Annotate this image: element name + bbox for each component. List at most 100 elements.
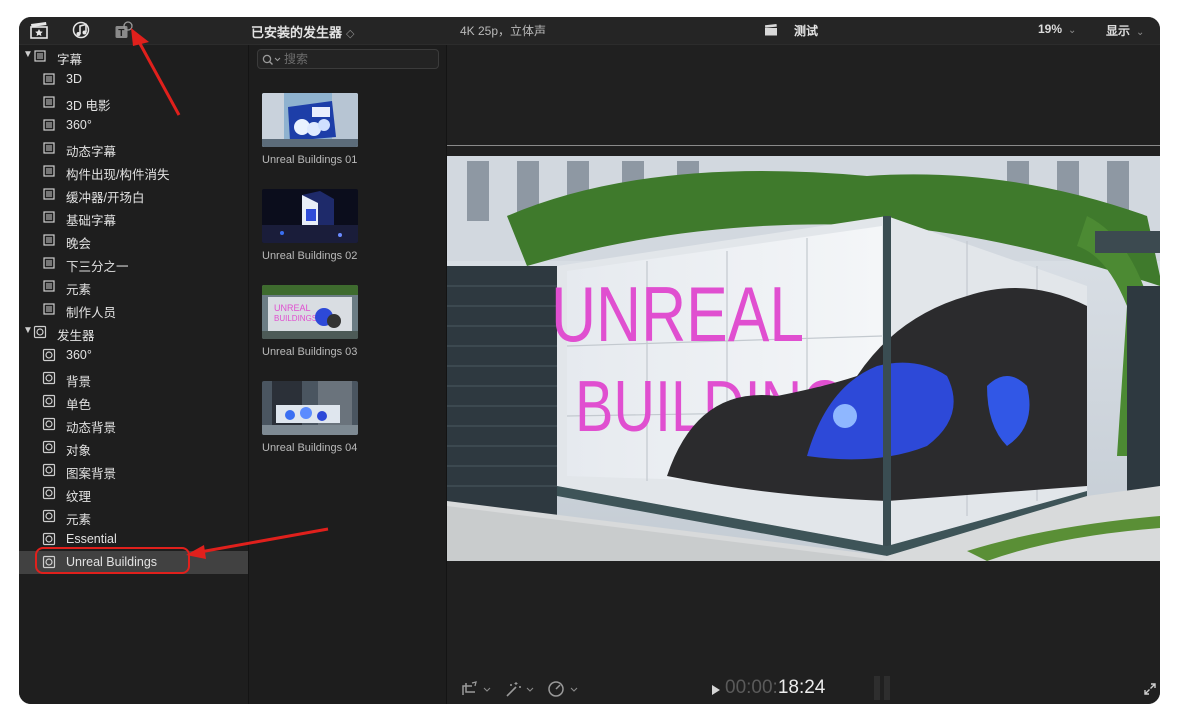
speed-retime-icon[interactable]	[547, 680, 581, 703]
generator-icon	[42, 417, 56, 431]
search-field[interactable]	[257, 49, 439, 69]
title-grid-icon	[42, 279, 56, 293]
sidebar-group-label: 发生器	[57, 329, 95, 343]
sidebar-item-label: 元素	[66, 513, 92, 527]
sidebar-item-label: 3D	[66, 72, 82, 86]
sidebar-item-label: 构件出现/构件消失	[66, 168, 170, 182]
title-grid-icon	[42, 187, 56, 201]
generator-icon	[42, 394, 56, 408]
sidebar-item-3d-movie[interactable]: 3D 电影	[19, 91, 248, 114]
format-label: 4K 25p，立体声	[460, 24, 547, 38]
generator-item-04[interactable]: Unreal Buildings 04	[262, 381, 358, 454]
sidebar-item-label: 基础字幕	[66, 214, 117, 228]
sidebar-item-basic-titles[interactable]: 基础字幕	[19, 206, 248, 229]
sidebar-item-gen-elements[interactable]: 元素	[19, 505, 248, 528]
browser-title-menu[interactable]: 已安装的发生器 ◇	[251, 22, 354, 41]
zoom-menu[interactable]: 19% ⌄	[1038, 22, 1076, 36]
generator-icon	[42, 463, 56, 477]
title-grid-icon	[42, 233, 56, 247]
sidebar-item-label: 缓冲器/开场白	[66, 191, 145, 205]
play-icon[interactable]	[711, 683, 721, 701]
sidebar-item-label: 图案背景	[66, 467, 117, 481]
fullscreen-icon[interactable]	[1143, 682, 1157, 701]
search-input[interactable]	[284, 50, 434, 68]
sidebar-item-label: 360°	[66, 348, 92, 362]
transform-tool-icon[interactable]	[460, 680, 494, 703]
search-icon[interactable]	[262, 53, 282, 71]
clapper-star-icon[interactable]	[29, 20, 49, 40]
disclosure-triangle-icon[interactable]: ▼	[23, 325, 33, 336]
viewer-divider	[447, 145, 1160, 146]
thumbnail-image	[262, 189, 358, 243]
generator-icon	[42, 371, 56, 385]
sidebar-item-label: 纹理	[66, 490, 92, 504]
title-t-icon[interactable]: T	[114, 20, 134, 40]
sidebar-item-3d[interactable]: 3D	[19, 68, 248, 91]
sidebar-item-lower-thirds[interactable]: 下三分之一	[19, 252, 248, 275]
sidebar-item-pattern-backgrounds[interactable]: 图案背景	[19, 459, 248, 482]
viewer-frame[interactable]: UNREAL BUILDINGS	[447, 156, 1160, 561]
generator-icon	[42, 348, 56, 362]
sidebar-item-gen-360[interactable]: 360°	[19, 344, 248, 367]
generator-item-03[interactable]: UNREAL BUILDINGS Unreal Buildings 03	[262, 285, 358, 358]
sidebar-item-label: 单色	[66, 398, 92, 412]
sidebar-item-label: 背景	[66, 375, 92, 389]
chevron-down-icon: ⌄	[1136, 27, 1145, 38]
project-clapper-icon	[764, 23, 778, 41]
sidebar-item-solids[interactable]: 单色	[19, 390, 248, 413]
thumbnail-label: Unreal Buildings 03	[262, 346, 358, 358]
sidebar-item-label: 动态背景	[66, 421, 117, 435]
generator-icon	[42, 486, 56, 500]
viewer: UNREAL BUILDINGS	[447, 45, 1160, 704]
sidebar-item-backgrounds[interactable]: 背景	[19, 367, 248, 390]
disclosure-triangle-icon[interactable]: ▼	[23, 49, 33, 60]
title-grid-icon	[42, 210, 56, 224]
sidebar-item-label: 元素	[66, 283, 92, 297]
sidebar-item-textures[interactable]: 纹理	[19, 482, 248, 505]
sidebar-item-credits[interactable]: 制作人员	[19, 298, 248, 321]
title-grid-icon	[42, 141, 56, 155]
svg-text:T: T	[118, 28, 124, 39]
title-grid-icon	[42, 164, 56, 178]
thumbnail-label: Unreal Buildings 04	[262, 442, 358, 454]
title-grid-icon	[42, 72, 56, 86]
svg-text:BUILDINGS: BUILDINGS	[274, 314, 317, 323]
sidebar-item-objects[interactable]: 对象	[19, 436, 248, 459]
display-menu-label: 显示	[1106, 24, 1131, 38]
sidebar-item-label: 360°	[66, 118, 92, 132]
thumbnail-image: UNREAL BUILDINGS	[262, 285, 358, 339]
sidebar-item-build-in-out[interactable]: 构件出现/构件消失	[19, 160, 248, 183]
sidebar: ▼ 字幕 3D 3D 电影 360° 动态字幕 构件出现/构件消失 缓冲器/开场…	[19, 45, 249, 704]
sidebar-item-label: 制作人员	[66, 306, 117, 320]
sidebar-item-label: 晚会	[66, 237, 92, 251]
sidebar-item-360[interactable]: 360°	[19, 114, 248, 137]
sidebar-item-elements[interactable]: 元素	[19, 275, 248, 298]
sidebar-item-label: 下三分之一	[66, 260, 129, 274]
zoom-level-value: 19%	[1038, 22, 1063, 36]
display-menu[interactable]: 显示 ⌄	[1106, 22, 1144, 39]
project-name: 测试	[794, 24, 819, 38]
generator-icon	[33, 325, 47, 339]
generator-item-02[interactable]: Unreal Buildings 02	[262, 189, 358, 262]
chevron-down-icon: ⌄	[1068, 25, 1077, 36]
sidebar-group-titles[interactable]: ▼ 字幕	[19, 45, 248, 68]
viewer-bottom-bar: 00:00:18:24	[447, 673, 1160, 704]
browser-title-label: 已安装的发生器	[251, 25, 343, 40]
music-note-icon[interactable]	[72, 20, 92, 40]
thumbnail-image	[262, 381, 358, 435]
title-grid-icon	[42, 118, 56, 132]
frame-text-line1: UNREAL	[551, 270, 804, 357]
generator-item-01[interactable]: Unreal Buildings 01	[262, 93, 358, 166]
sidebar-item-label: 对象	[66, 444, 92, 458]
sidebar-item-party[interactable]: 晚会	[19, 229, 248, 252]
thumbnail-label: Unreal Buildings 01	[262, 154, 358, 166]
sidebar-item-bumper-opener[interactable]: 缓冲器/开场白	[19, 183, 248, 206]
sidebar-item-label: 3D 电影	[66, 99, 111, 113]
sidebar-item-dynamic-titles[interactable]: 动态字幕	[19, 137, 248, 160]
thumbnail-image	[262, 93, 358, 147]
annotation-highlight-box	[35, 547, 190, 574]
magic-wand-icon[interactable]	[503, 680, 537, 703]
sidebar-item-dynamic-backgrounds[interactable]: 动态背景	[19, 413, 248, 436]
sidebar-group-generators[interactable]: ▼ 发生器	[19, 321, 248, 344]
generator-icon	[42, 440, 56, 454]
